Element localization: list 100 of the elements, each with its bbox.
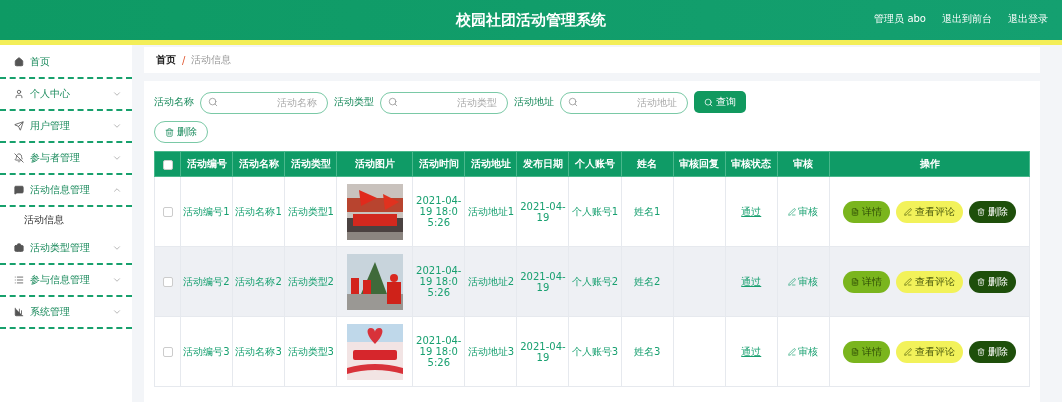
review-link[interactable]: 审核 [788, 274, 819, 289]
field-label: 活动类型 [334, 95, 374, 109]
breadcrumb-separator: / [182, 54, 186, 66]
search-field[interactable]: 活动名称 [200, 91, 328, 114]
table-cell: 活动名称2 [232, 246, 285, 317]
sidebar-item[interactable]: 系统管理 [0, 297, 132, 329]
column-header: 活动类型 [284, 151, 337, 177]
menu-icon [14, 243, 24, 253]
table-cell: 2021-04-19 [516, 316, 569, 387]
action-button[interactable]: 删除 [969, 200, 1016, 223]
menu-icon [14, 307, 24, 317]
field-label: 活动地址 [514, 95, 554, 109]
sidebar-label: 活动信息管理 [30, 183, 91, 197]
sidebar-item[interactable]: 用户管理 [0, 111, 132, 143]
document-icon [851, 207, 859, 216]
checkbox[interactable] [162, 159, 173, 170]
action-button[interactable]: 详情 [843, 340, 890, 363]
table-cell: 个人账号3 [568, 316, 622, 387]
column-header: 活动时间 [412, 151, 465, 177]
chevron-icon [112, 121, 122, 131]
chevron-icon [112, 153, 122, 163]
breadcrumb-current: 活动信息 [191, 53, 232, 67]
submenu-item[interactable]: 活动信息 [0, 207, 132, 233]
table-cell: 通过 [725, 176, 778, 247]
trash-icon [977, 347, 985, 356]
app-title: 校园社团活动管理系统 [456, 10, 606, 30]
delete-button[interactable]: 删除 [154, 121, 208, 143]
action-button[interactable]: 删除 [969, 270, 1016, 293]
chevron-icon [112, 307, 122, 317]
sidebar-item[interactable]: 参与信息管理 [0, 265, 132, 297]
table-cell: 活动类型2 [284, 246, 337, 317]
checkbox[interactable] [162, 347, 173, 357]
pen-icon [788, 347, 797, 356]
action-button[interactable]: 详情 [843, 200, 890, 223]
chevron-icon [112, 185, 122, 195]
search-field[interactable]: 活动地址 [560, 91, 688, 114]
table-cell: 活动名称1 [232, 176, 285, 247]
sidebar-item[interactable]: 活动信息管理 [0, 175, 132, 207]
document-icon [851, 277, 859, 286]
query-button[interactable]: 查询 [694, 91, 746, 113]
search-field[interactable]: 活动类型 [380, 91, 508, 114]
action-button[interactable]: 查看评论 [896, 200, 963, 223]
action-button[interactable]: 查看评论 [896, 340, 963, 363]
review-link[interactable]: 审核 [788, 344, 819, 359]
pen-icon [788, 207, 797, 216]
field-label: 活动名称 [154, 95, 194, 109]
column-header: 活动图片 [336, 151, 413, 177]
sidebar-item[interactable]: 活动类型管理 [0, 233, 132, 265]
table-cell: 姓名1 [621, 176, 674, 247]
chevron-icon [112, 89, 122, 99]
table-cell: 2021-04-19 18:05:26 [412, 176, 465, 247]
table-cell: 通过 [725, 316, 778, 387]
review-link[interactable]: 审核 [788, 204, 819, 219]
table-cell: 活动编号1 [180, 176, 233, 247]
checkbox[interactable] [162, 277, 173, 287]
table-cell: 通过 [725, 246, 778, 317]
table-cell: 个人账号2 [568, 246, 622, 317]
table-cell: 活动名称3 [232, 316, 285, 387]
menu-icon [14, 89, 24, 99]
search-icon [388, 97, 398, 107]
sidebar-item[interactable]: 参与者管理 [0, 143, 132, 175]
chevron-icon [112, 275, 122, 285]
table-cell: 活动类型1 [284, 176, 337, 247]
table-cell: 2021-04-19 [516, 176, 569, 247]
sidebar-label: 个人中心 [30, 87, 71, 101]
sidebar-label: 参与者管理 [30, 151, 81, 165]
table-cell: 活动地址1 [464, 176, 517, 247]
table-cell: 2021-04-19 18:05:26 [412, 316, 465, 387]
column-header: 活动编号 [180, 151, 233, 177]
action-button[interactable]: 删除 [969, 340, 1016, 363]
table-cell: 姓名3 [621, 316, 674, 387]
pen-icon [904, 277, 912, 286]
sidebar-item[interactable]: 个人中心 [0, 79, 132, 111]
table-cell: 活动类型3 [284, 316, 337, 387]
column-header: 操作 [829, 151, 1030, 177]
table-cell: 活动地址3 [464, 316, 517, 387]
sidebar-label: 系统管理 [30, 305, 71, 319]
action-button[interactable]: 详情 [843, 270, 890, 293]
table-cell: 活动编号3 [180, 316, 233, 387]
table-cell: 2021-04-19 [516, 246, 569, 317]
column-header: 发布日期 [516, 151, 569, 177]
menu-icon [14, 275, 24, 285]
sidebar-label: 用户管理 [30, 119, 71, 133]
menu-icon [14, 185, 24, 195]
document-icon [851, 347, 859, 356]
menu-icon [14, 57, 24, 67]
pen-icon [788, 277, 797, 286]
action-button[interactable]: 查看评论 [896, 270, 963, 293]
breadcrumb-link[interactable]: 首页 [156, 53, 176, 67]
column-header: 活动地址 [464, 151, 517, 177]
header-link[interactable]: 退出登录 [1008, 12, 1048, 26]
table-cell: 活动编号2 [180, 246, 233, 317]
menu-icon [14, 153, 24, 163]
trash-icon [977, 277, 985, 286]
sidebar-label: 首页 [30, 55, 51, 69]
sidebar-item[interactable]: 首页 [0, 47, 132, 79]
header-link[interactable]: 退出到前台 [942, 12, 992, 26]
pen-icon [904, 207, 912, 216]
column-header: 活动名称 [232, 151, 285, 177]
checkbox[interactable] [162, 207, 173, 217]
